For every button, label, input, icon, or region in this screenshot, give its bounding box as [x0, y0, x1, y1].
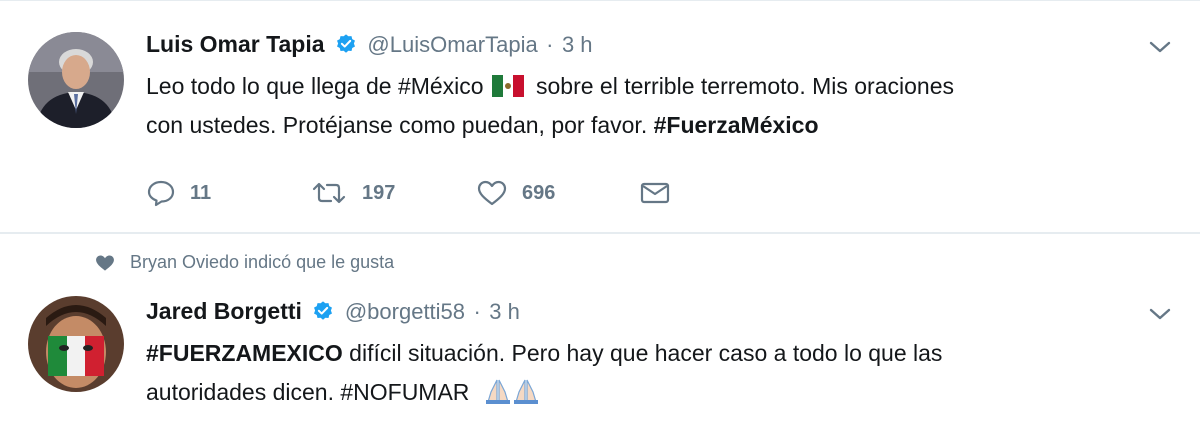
heart-filled-icon: [96, 254, 114, 271]
tweet-header: Jared Borgetti @borgetti58 · 3 h: [146, 298, 520, 327]
author-handle[interactable]: @borgetti58: [345, 299, 465, 324]
praying-hands-emoji-icon: [484, 377, 512, 404]
author-name[interactable]: Luis Omar Tapia: [146, 31, 325, 57]
tweet-header: Luis Omar Tapia @LuisOmarTapia · 3 h: [146, 31, 593, 60]
tweet[interactable]: Bryan Oviedo indicó que le gusta Jared B…: [0, 234, 1200, 444]
tweet-text-segment: Leo todo lo que llega de: [146, 73, 398, 99]
tweet-text: Leo todo lo que llega de #México sobre e…: [146, 67, 954, 145]
tweet-text-segment: con ustedes. Protéjanse como puedan, por…: [146, 112, 654, 138]
tweet-text-segment: autoridades dicen.: [146, 379, 341, 405]
tweet-timestamp[interactable]: 3 h: [489, 299, 520, 324]
verified-badge-icon: [312, 300, 334, 327]
avatar[interactable]: [28, 296, 124, 392]
separator-dot: ·: [546, 32, 554, 57]
like-icon: [477, 180, 507, 206]
mexico-flag-icon: [491, 70, 524, 97]
tweet-text-segment: difícil situación. Pero hay que hacer ca…: [342, 340, 943, 366]
retweet-count: 197: [362, 181, 396, 204]
praying-hands-emoji-icon: [512, 377, 540, 404]
like-count: 696: [522, 181, 556, 204]
hashtag-link[interactable]: #FuerzaMéxico: [654, 112, 819, 138]
reply-icon: [147, 180, 175, 207]
author-handle[interactable]: @LuisOmarTapia: [367, 32, 537, 57]
retweet-icon: [312, 182, 346, 204]
chevron-down-icon[interactable]: [1148, 306, 1172, 327]
hashtag-link[interactable]: #FUERZAMEXICO: [146, 340, 343, 366]
reply-button[interactable]: 11: [146, 173, 211, 213]
hashtag-link[interactable]: #México: [398, 73, 484, 99]
tweet-timestamp[interactable]: 3 h: [562, 32, 593, 57]
separator-dot: ·: [473, 299, 481, 324]
verified-badge-icon: [335, 33, 357, 60]
reply-count: 11: [190, 181, 212, 204]
chevron-down-icon[interactable]: [1148, 39, 1172, 60]
tweet-text-segment: sobre el terrible terremoto. Mis oracion…: [529, 73, 954, 99]
hashtag-link[interactable]: #NOFUMAR: [340, 379, 469, 405]
tweet-text: #FUERZAMEXICO difícil situación. Pero ha…: [146, 334, 942, 412]
avatar[interactable]: [28, 32, 124, 128]
retweet-button[interactable]: 197: [310, 173, 395, 213]
direct-message-icon: [640, 182, 670, 204]
tweet[interactable]: Luis Omar Tapia @LuisOmarTapia · 3 h Leo…: [0, 0, 1200, 233]
author-name[interactable]: Jared Borgetti: [146, 298, 302, 324]
social-context-text[interactable]: Bryan Oviedo indicó que le gusta: [130, 252, 394, 273]
social-context: Bryan Oviedo indicó que le gusta: [94, 252, 394, 273]
direct-message-button[interactable]: [640, 173, 670, 213]
like-button[interactable]: 696: [476, 173, 555, 213]
